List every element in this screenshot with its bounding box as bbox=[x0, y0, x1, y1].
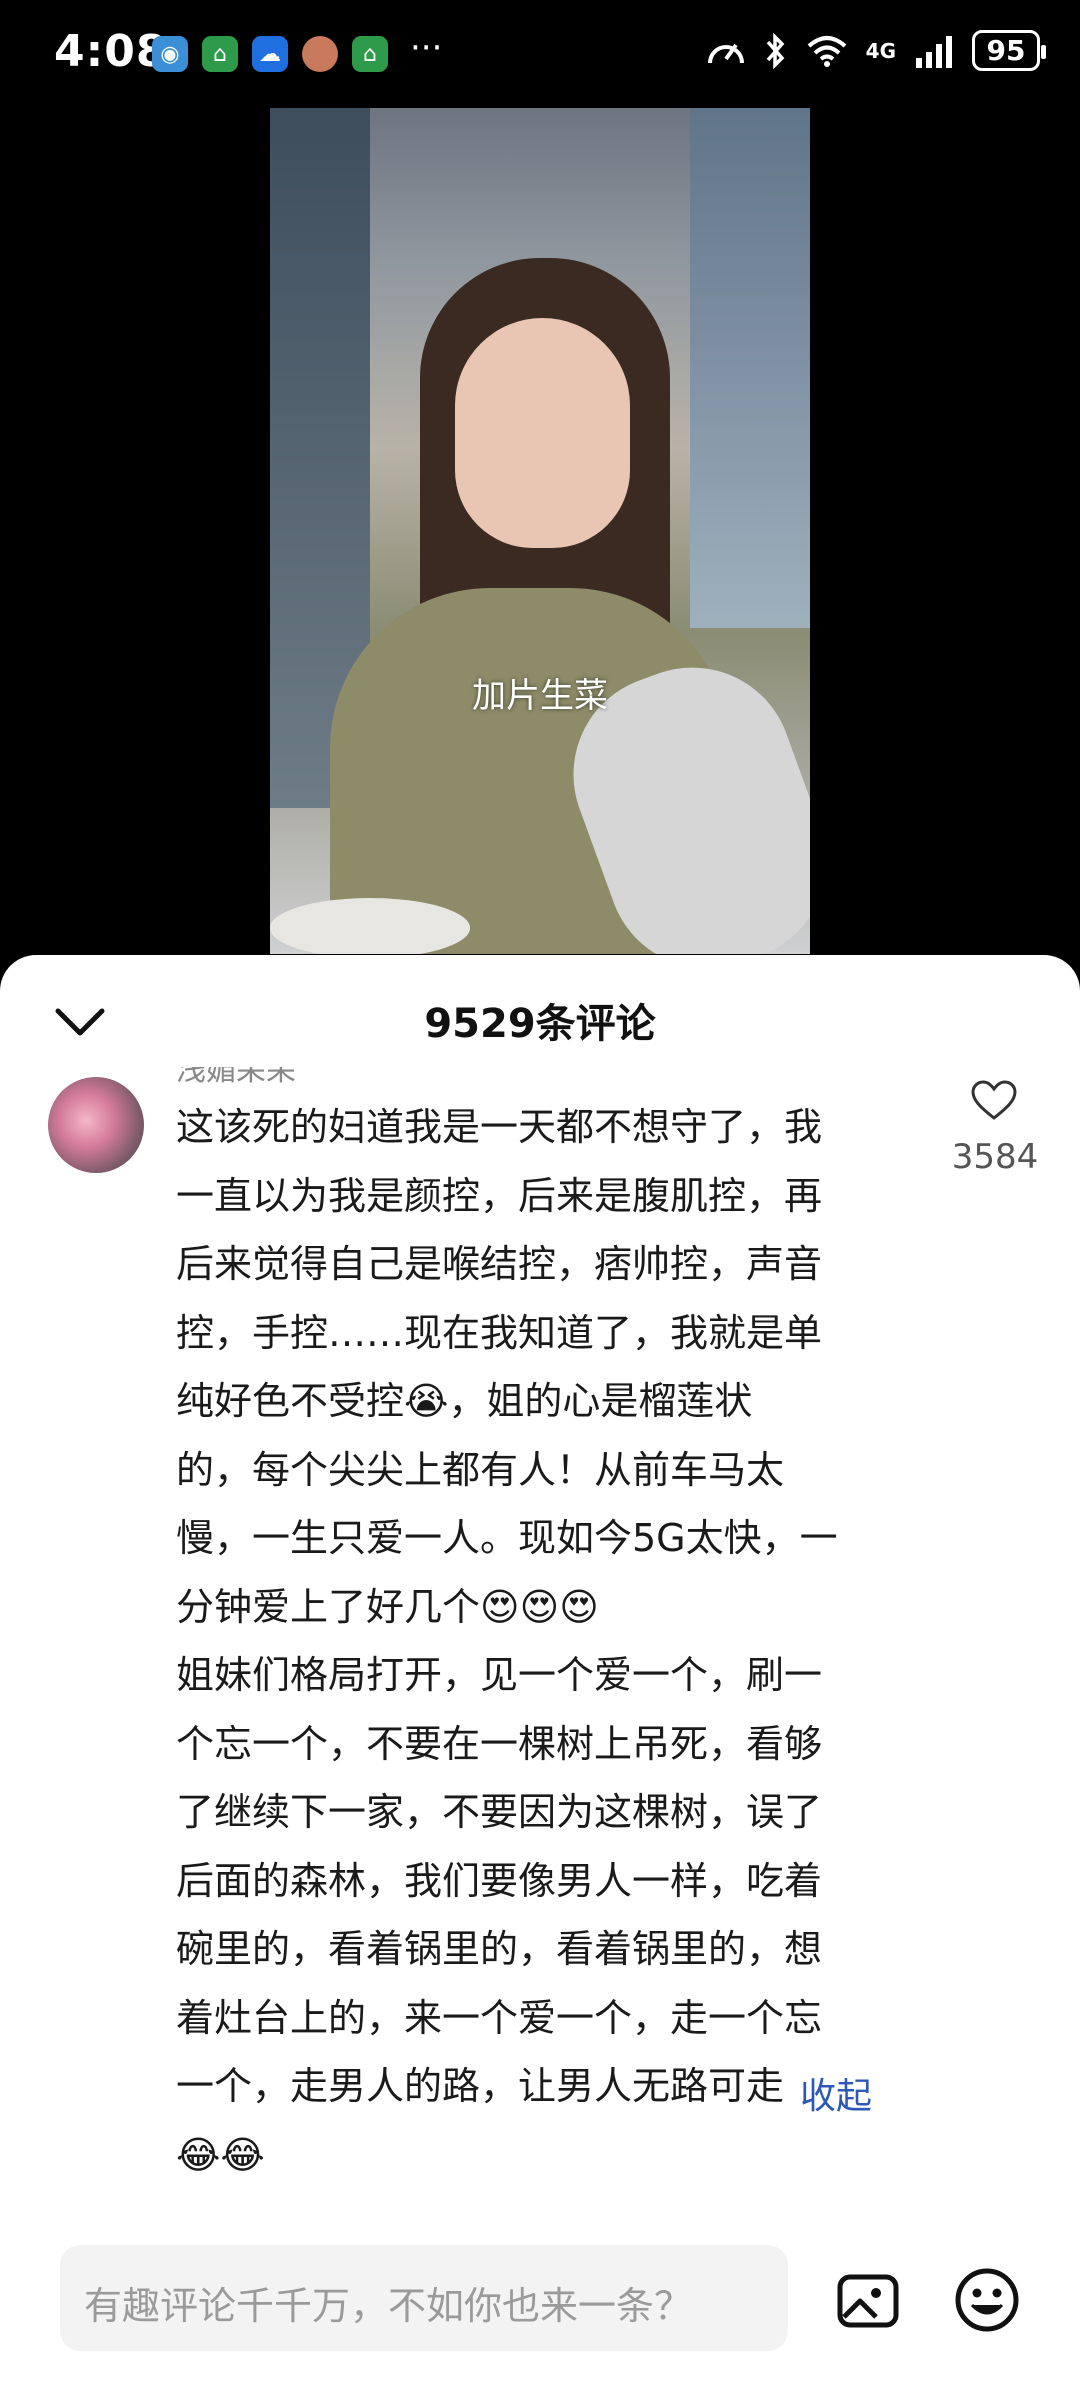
more-notifications-icon: ··· bbox=[410, 28, 443, 68]
image-picker-icon[interactable] bbox=[836, 2273, 900, 2329]
video-frame-plate bbox=[270, 898, 470, 954]
video-player[interactable]: 加片生菜 bbox=[270, 108, 810, 954]
emoji-picker-icon[interactable] bbox=[954, 2267, 1020, 2333]
home-app-notification-icon: ⌂ bbox=[202, 36, 238, 72]
video-frame-person-face bbox=[455, 318, 630, 548]
comment-item: 浅媚呆呆 这该死的妇道我是一天都不想守了，我 一直以为我是颜控，后来是腹肌控，再… bbox=[0, 1067, 1080, 2187]
video-subtitle: 加片生菜 bbox=[472, 676, 608, 716]
collapse-comment-link[interactable]: 收起 bbox=[800, 2067, 872, 2119]
speed-gauge-icon bbox=[707, 43, 744, 63]
signal-icon bbox=[916, 35, 952, 68]
network-type-label: 4G bbox=[865, 38, 896, 63]
home-app-notification-icon-2: ⌂ bbox=[352, 36, 388, 72]
video-frame-curtain bbox=[690, 108, 810, 628]
comment-input-placeholder: 有趣评论千千万，不如你也来一条？ bbox=[84, 2284, 693, 2328]
comment-author[interactable]: 浅媚呆呆 bbox=[176, 1067, 296, 1089]
status-bar: 4:08 ◉ ⌂ ☁ ⌂ ··· 4G 95 bbox=[0, 0, 1080, 110]
heart-icon[interactable] bbox=[970, 1079, 1018, 1121]
avatar-notification-icon bbox=[302, 36, 338, 72]
comments-count-title: 9529条评论 bbox=[424, 1001, 656, 1047]
bluetooth-icon bbox=[766, 32, 785, 69]
battery-indicator: 95 bbox=[972, 30, 1046, 71]
app-notification-icon: ◉ bbox=[152, 36, 188, 72]
comment-text: 这该死的妇道我是一天都不想守了，我 一直以为我是颜控，后来是腹肌控，再 后来觉得… bbox=[176, 1105, 838, 2177]
comments-panel: 9529条评论 浅媚呆呆 这该死的妇道我是一天都不想守了，我 一直以为我是颜控，… bbox=[0, 955, 1080, 2388]
avatar[interactable] bbox=[48, 1077, 144, 1173]
wifi-icon bbox=[807, 35, 846, 67]
comment-input[interactable]: 有趣评论千千万，不如你也来一条？ bbox=[60, 2245, 788, 2351]
system-icons: 4G 95 bbox=[706, 30, 1046, 71]
status-time: 4:08 bbox=[54, 26, 168, 77]
notification-icons: ◉ ⌂ ☁ ⌂ bbox=[152, 36, 388, 72]
comments-header: 9529条评论 bbox=[0, 955, 1080, 1067]
weather-notification-icon: ☁ bbox=[252, 36, 288, 72]
like-count: 3584 bbox=[951, 1137, 1039, 1177]
